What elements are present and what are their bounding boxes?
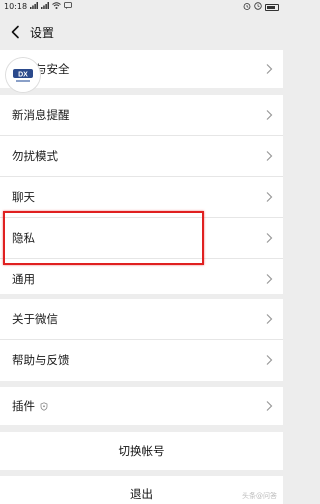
signal-icon [41,2,50,12]
settings-item-chat[interactable]: 聊天 [0,177,283,218]
avatar: DX [6,58,40,92]
alarm-icon [243,2,251,13]
status-left: 10:18 [4,2,72,12]
settings-group-general: 新消息提醒 勿扰模式 聊天 隐私 通用 [0,95,283,294]
switch-account-button[interactable]: 切换帐号 [0,432,283,470]
settings-item-label: 帮助与反馈 [12,353,70,367]
battery-icon [265,4,279,11]
status-bar: 10:18 [0,0,283,14]
settings-item-label: 关于微信 [12,312,58,326]
chevron-right-icon [266,151,273,161]
settings-item-account-security[interactable]: 帐号与安全 [0,50,283,88]
watermark-text: 头条@问答 [242,492,277,500]
settings-item-label: 聊天 [12,190,35,204]
settings-item-label: 通用 [12,272,35,286]
settings-group-about: 关于微信 帮助与反馈 [0,299,283,381]
settings-item-general[interactable]: 通用 [0,259,283,300]
settings-item-privacy[interactable]: 隐私 [0,218,283,259]
clock-icon [254,2,262,13]
chevron-right-icon [266,401,273,411]
chevron-right-icon [266,192,273,202]
settings-group-plugins: 插件 [0,387,283,425]
settings-group-account: 帐号与安全 [0,50,283,88]
back-arrow-icon[interactable] [8,23,22,41]
status-right [243,2,279,13]
settings-item-about-wechat[interactable]: 关于微信 [0,299,283,340]
message-icon [64,2,72,12]
chevron-right-icon [266,314,273,324]
header-bar: 设置 [0,14,283,50]
settings-item-label: 新消息提醒 [12,108,70,122]
watermark: 头条@问答 [242,491,277,501]
settings-item-plugins[interactable]: 插件 [0,387,283,425]
chevron-right-icon [266,355,273,365]
chevron-right-icon [266,233,273,243]
chevron-right-icon [266,64,273,74]
settings-item-label: 隐私 [12,231,35,245]
settings-item-do-not-disturb[interactable]: 勿扰模式 [0,136,283,177]
chevron-right-icon [266,274,273,284]
settings-item-help-feedback[interactable]: 帮助与反馈 [0,340,283,381]
signal-icon [30,2,39,12]
page-title: 设置 [30,26,55,40]
plugin-shield-icon [40,400,48,414]
settings-item-label-wrap: 插件 [12,398,48,414]
settings-item-label: 插件 [12,399,35,413]
settings-item-notifications[interactable]: 新消息提醒 [0,95,283,136]
logout-button[interactable]: 退出 [0,476,283,504]
settings-item-label: 勿扰模式 [12,149,58,163]
wifi-icon [52,2,61,12]
svg-text:DX: DX [18,72,28,79]
status-time: 10:18 [4,2,28,11]
chevron-right-icon [266,110,273,120]
